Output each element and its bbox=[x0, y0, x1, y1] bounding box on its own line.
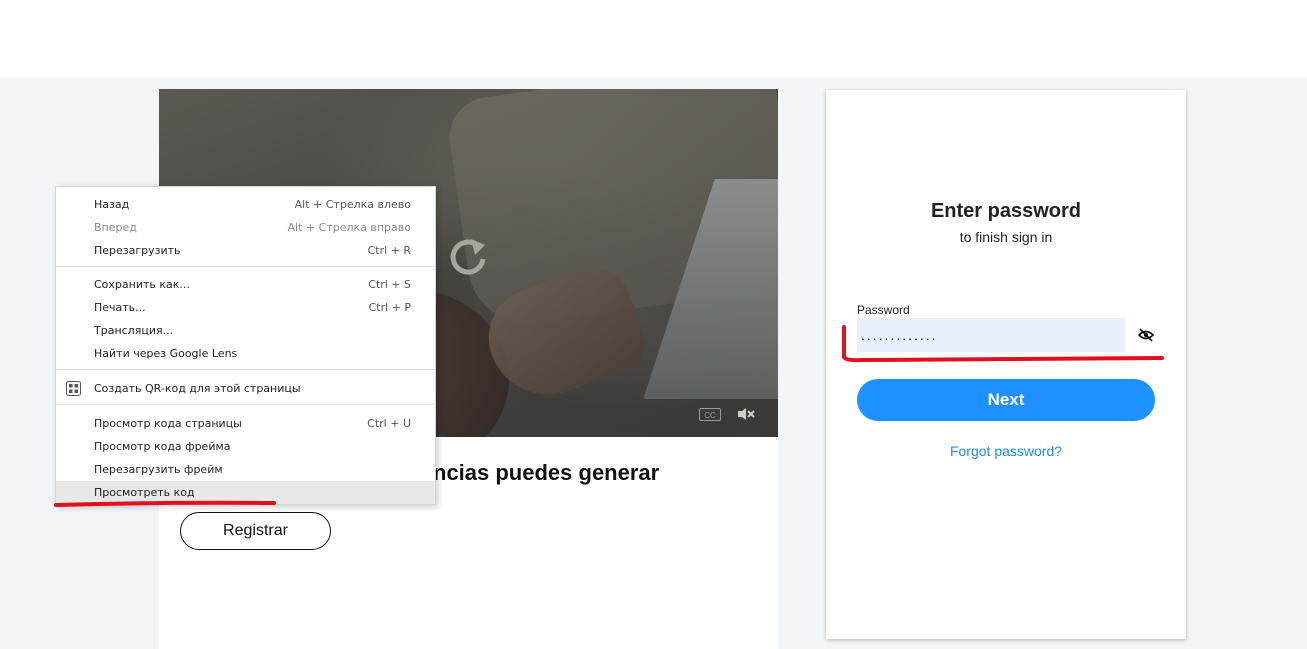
menu-item-label: Назад bbox=[94, 198, 130, 211]
menu-item-label: Печать... bbox=[94, 301, 146, 314]
menu-separator bbox=[56, 404, 435, 405]
forgot-password-link[interactable]: Forgot password? bbox=[826, 443, 1186, 459]
menu-item-label: Просмотр кода страницы bbox=[94, 417, 242, 430]
menu-item-print[interactable]: Печать... Ctrl + P bbox=[56, 296, 435, 319]
menu-item-label: Трансляция... bbox=[94, 324, 174, 337]
password-label: Password bbox=[857, 303, 910, 317]
menu-item-shortcut: Ctrl + S bbox=[368, 278, 411, 291]
menu-item-shortcut: Ctrl + R bbox=[367, 244, 411, 257]
menu-item-label: Создать QR-код для этой страницы bbox=[94, 382, 301, 395]
menu-item-google-lens[interactable]: Найти через Google Lens bbox=[56, 342, 435, 365]
menu-item-qr-code[interactable]: Создать QR-код для этой страницы bbox=[56, 377, 435, 400]
menu-separator bbox=[56, 369, 435, 370]
signin-subtitle: to finish sign in bbox=[959, 229, 1053, 245]
menu-item-label: Перезагрузить bbox=[94, 244, 181, 257]
mute-icon[interactable] bbox=[737, 407, 755, 421]
context-menu: Назад Alt + Стрелка влево Вперед Alt + С… bbox=[55, 186, 436, 505]
menu-item-label: Перезагрузить фрейм bbox=[94, 463, 223, 476]
signin-title: Enter password bbox=[930, 200, 1082, 222]
menu-item-cast[interactable]: Трансляция... bbox=[56, 319, 435, 342]
menu-item-shortcut: Ctrl + P bbox=[368, 301, 411, 314]
next-button[interactable]: Next bbox=[857, 379, 1155, 421]
annotation-underline-inspect bbox=[54, 500, 276, 507]
menu-item-shortcut: Alt + Стрелка вправо bbox=[287, 221, 411, 234]
annotation-underline-password bbox=[842, 325, 1164, 363]
menu-item-label: Вперед bbox=[94, 221, 137, 234]
menu-item-label: Найти через Google Lens bbox=[94, 347, 238, 360]
menu-item-shortcut: Alt + Стрелка влево bbox=[294, 198, 411, 211]
menu-item-save-as[interactable]: Сохранить как... Ctrl + S bbox=[56, 273, 435, 296]
menu-item-label: Просмотр кода фрейма bbox=[94, 440, 231, 453]
menu-item-label: Просмотреть код bbox=[94, 486, 195, 499]
menu-item-reload[interactable]: Перезагрузить Ctrl + R bbox=[56, 239, 435, 262]
replay-icon[interactable] bbox=[447, 235, 491, 279]
cc-icon[interactable]: CC bbox=[699, 408, 721, 421]
menu-item-forward[interactable]: Вперед Alt + Стрелка вправо bbox=[56, 216, 435, 239]
menu-item-view-source[interactable]: Просмотр кода страницы Ctrl + U bbox=[56, 412, 435, 435]
menu-item-shortcut: Ctrl + U bbox=[367, 417, 411, 430]
register-button[interactable]: Registrar bbox=[180, 512, 331, 550]
menu-item-back[interactable]: Назад Alt + Стрелка влево bbox=[56, 193, 435, 216]
promo-heading: ncias puedes generar bbox=[433, 460, 660, 485]
qr-code-icon bbox=[66, 381, 81, 396]
menu-item-reload-frame[interactable]: Перезагрузить фрейм bbox=[56, 458, 435, 481]
menu-item-view-frame-source[interactable]: Просмотр кода фрейма bbox=[56, 435, 435, 458]
top-header bbox=[0, 0, 1307, 78]
menu-item-label: Сохранить как... bbox=[94, 278, 190, 291]
signin-card: Enter password to finish sign in Passwor… bbox=[826, 90, 1186, 639]
menu-separator bbox=[56, 266, 435, 267]
